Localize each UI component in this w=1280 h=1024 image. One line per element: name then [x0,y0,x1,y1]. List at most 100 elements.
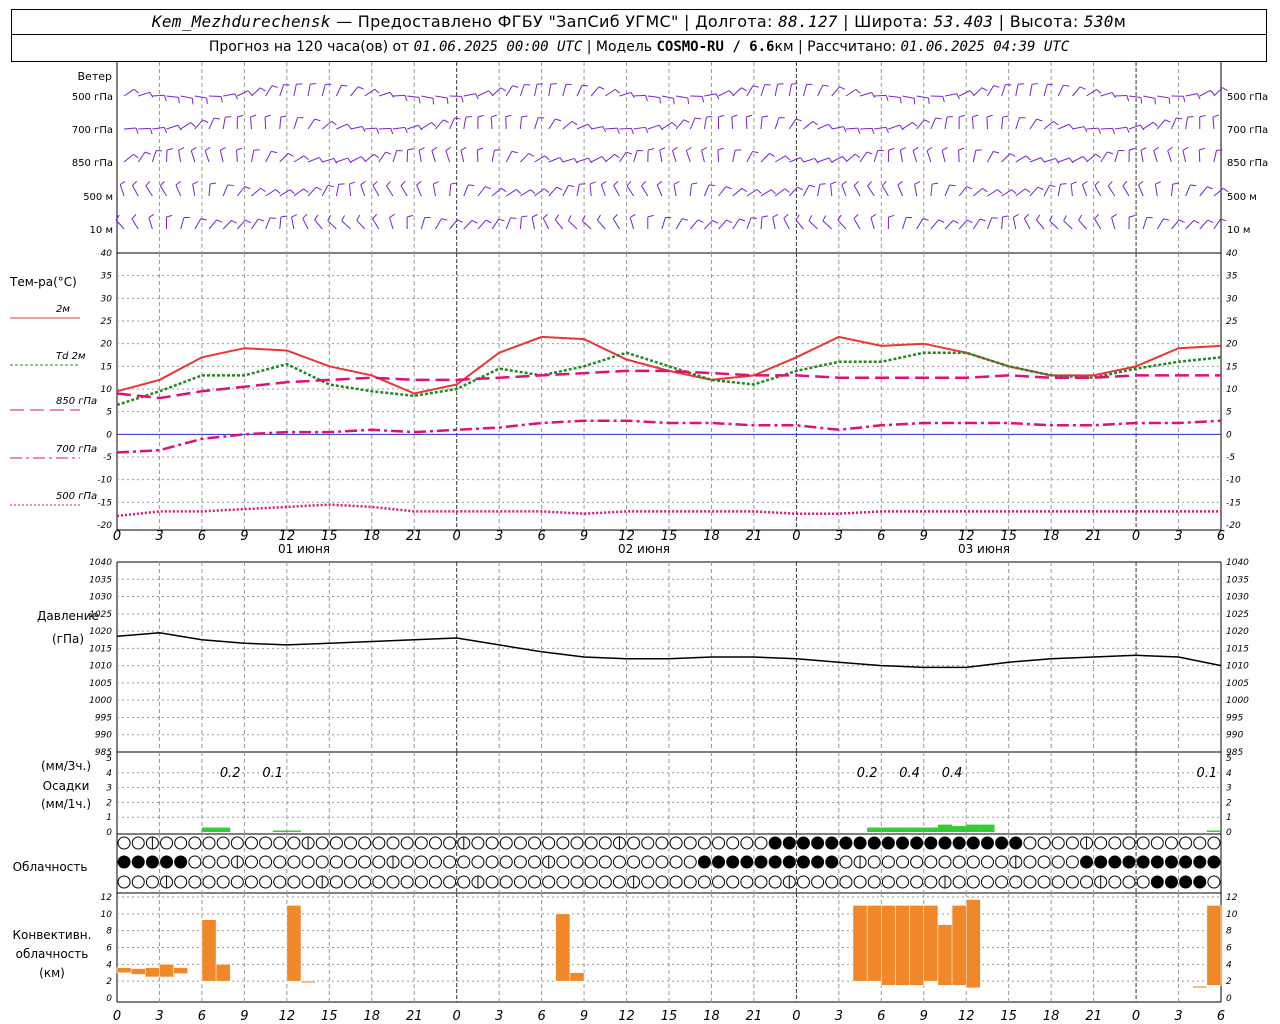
temp-tick-label-right: 35 [1226,272,1238,282]
hour-tick-label: 3 [155,529,163,544]
temp-tick-label-right: 20 [1226,340,1238,350]
wind-barb [760,117,763,130]
cloud-cover-symbol [400,836,414,850]
wind-barb [1043,185,1051,197]
wind-barb-feather [1063,84,1070,87]
wind-barb [971,116,974,130]
cloud-cover-fill [1193,856,1206,868]
wind-barb [972,218,981,230]
cloud-cover-symbol [1051,875,1065,889]
wind-barb-feather [1094,180,1100,186]
wind-barb [307,186,317,197]
wind-barb-feather [741,187,748,193]
wind-barb [897,184,903,197]
wind-barb [449,219,458,230]
wind-barb [1086,127,1099,130]
wind-barb-feather [855,89,861,94]
cloud-cover-symbol [372,855,386,869]
wind-barb [223,93,236,97]
cloud-cover-symbol [216,836,230,850]
cloud-cover-symbol [499,855,513,869]
wind-barb-feather [991,217,998,219]
wind-barb [746,217,752,230]
wind-barb-feather [701,96,705,103]
wind-barb-feather [166,148,173,151]
wind-barb [1154,184,1158,197]
wind-barb-feather [390,128,394,135]
wind-barb [591,126,604,130]
cloud-cover-symbol [400,855,414,869]
wind-barb-feather [407,148,414,151]
wind-barb [152,126,165,130]
wind-barb-feather [857,127,861,134]
hour-tick-label-bottom: 15 [661,1009,678,1024]
cloud-cover-symbol [811,875,825,889]
wind-barb [870,217,875,230]
wind-barb-feather [356,214,361,221]
wind-barb-feather [485,219,492,224]
wind-barb-feather [133,88,139,94]
cloud-cover-symbol [485,855,499,869]
cloud-cover-symbol [1207,875,1221,889]
wind-barb-feather [149,92,154,98]
precip-bar [937,824,953,832]
wind-barb [505,189,517,197]
wind-barb [873,150,879,163]
hour-tick-label: 12 [618,529,635,544]
wind-barb [1058,157,1070,163]
hour-tick-label-bottom: 12 [279,1009,296,1024]
cloud-cover-symbol [188,855,202,869]
wind-barb [562,157,575,163]
wind-barb-feather [656,180,663,186]
wind-barb [746,151,753,163]
wind-barb [335,84,342,97]
cloud-cover-symbol [414,875,428,889]
wind-barb-feather [271,150,278,154]
wind-barb [208,184,211,197]
wind-barb [1100,127,1113,130]
wind-barb [491,218,500,230]
wind-barb [803,185,810,197]
wind-barb-feather [512,85,519,88]
cloud-cover-symbol [570,836,584,850]
wind-barb-feather [373,153,380,159]
wind-barb [421,122,432,130]
wind-barb-feather [589,181,596,185]
wind-barb-feather [1009,153,1016,157]
cloud-cover-fill [132,856,145,868]
cloud-cover-fill [854,837,867,849]
wind-barb-feather [1168,97,1171,104]
wind-barb [867,185,875,197]
wind-barb-feather [981,87,988,92]
cloud-cover-symbol [881,875,895,889]
wind-barb-feather [1096,89,1102,94]
cloud-cover-symbol [329,855,343,869]
cloud-cover-symbol [1037,855,1051,869]
wind-barb [562,120,573,130]
cloud-cover-symbol [938,855,952,869]
cloud-cover-symbol [1051,855,1065,869]
cloud-cover-symbol [584,836,598,850]
wind-barb [175,184,182,197]
wind-barb-feather [843,126,847,133]
wind-barb [1128,124,1141,130]
wind-barb [406,124,419,130]
precip-amount-label: 0.4 [899,766,920,781]
wind-barb-feather [1139,124,1145,131]
wind-barb [190,150,196,163]
wind-barb-feather [465,116,472,118]
wind-barb-feather [250,114,257,118]
temp-title: Тем-ра(°С) [9,275,77,289]
wind-barb-feather [938,219,945,223]
cloud-cover-fill [1165,856,1178,868]
wind-barb [449,117,455,130]
wind-barb-feather [1012,214,1019,218]
wind-barb [265,217,271,230]
wind-barb [1023,218,1031,230]
wind-barb-feather [762,115,769,118]
wind-barb [307,84,311,97]
temp-tick-label-right: -10 [1226,476,1241,486]
wind-barb-feather [842,156,847,162]
wind-barb-feather [341,215,345,222]
wind-barb [774,188,786,197]
